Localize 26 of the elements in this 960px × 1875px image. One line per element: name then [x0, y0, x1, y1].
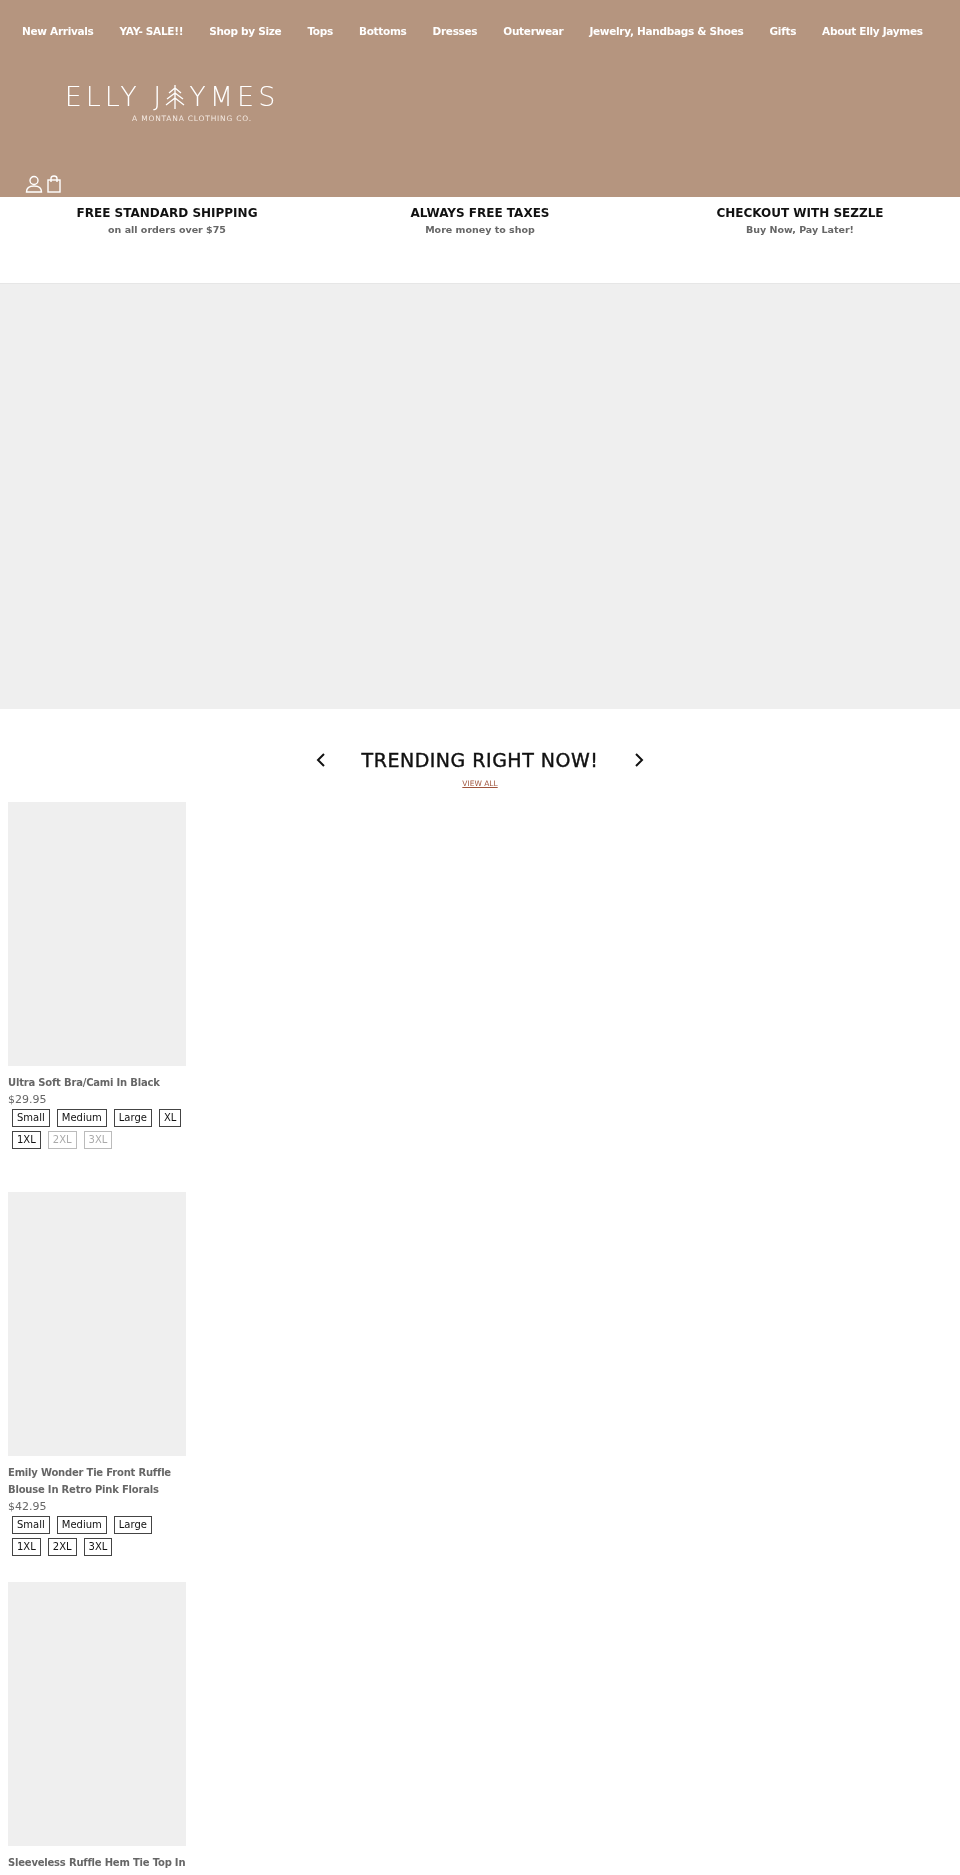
shopping-bag-icon[interactable] [47, 175, 61, 193]
size-option[interactable]: Medium [56, 1109, 107, 1127]
product-title[interactable]: Ultra Soft Bra/Cami In Black [8, 1074, 200, 1091]
size-option[interactable]: 1XL [12, 1131, 41, 1149]
size-option[interactable]: Medium [56, 1516, 107, 1534]
product-title[interactable]: Emily Wonder Tie Front Ruffle Blouse In Retro Pink Florals [8, 1464, 200, 1498]
product-price: $42.95 [8, 1499, 48, 1515]
perk-title: ALWAYS FREE TAXES [410, 206, 550, 220]
perk-subtitle: More money to shop [425, 224, 535, 235]
size-option[interactable]: 2XL [47, 1538, 77, 1556]
size-option[interactable]: Large [113, 1516, 152, 1534]
perk-title: FREE STANDARD SHIPPING [76, 206, 258, 220]
tree-icon [165, 84, 186, 110]
size-option[interactable]: 1XL [12, 1538, 41, 1556]
section-heading: TRENDING RIGHT NOW! [361, 749, 599, 771]
perk-title: CHECKOUT WITH SEZZLE [716, 206, 884, 220]
account-icon[interactable] [25, 175, 43, 193]
product-price: $29.95 [8, 1092, 48, 1108]
size-option[interactable]: 3XL [83, 1538, 113, 1556]
size-option[interactable]: Small [12, 1109, 50, 1127]
size-option[interactable]: XL [158, 1109, 182, 1127]
product-title[interactable]: Sleeveless Ruffle Hem Tie Top In [8, 1854, 200, 1871]
size-option[interactable]: Large [113, 1109, 152, 1127]
perk-subtitle: on all orders over $75 [108, 224, 226, 235]
perk-subtitle: Buy Now, Pay Later! [746, 224, 854, 235]
size-option[interactable]: Small [12, 1516, 50, 1534]
